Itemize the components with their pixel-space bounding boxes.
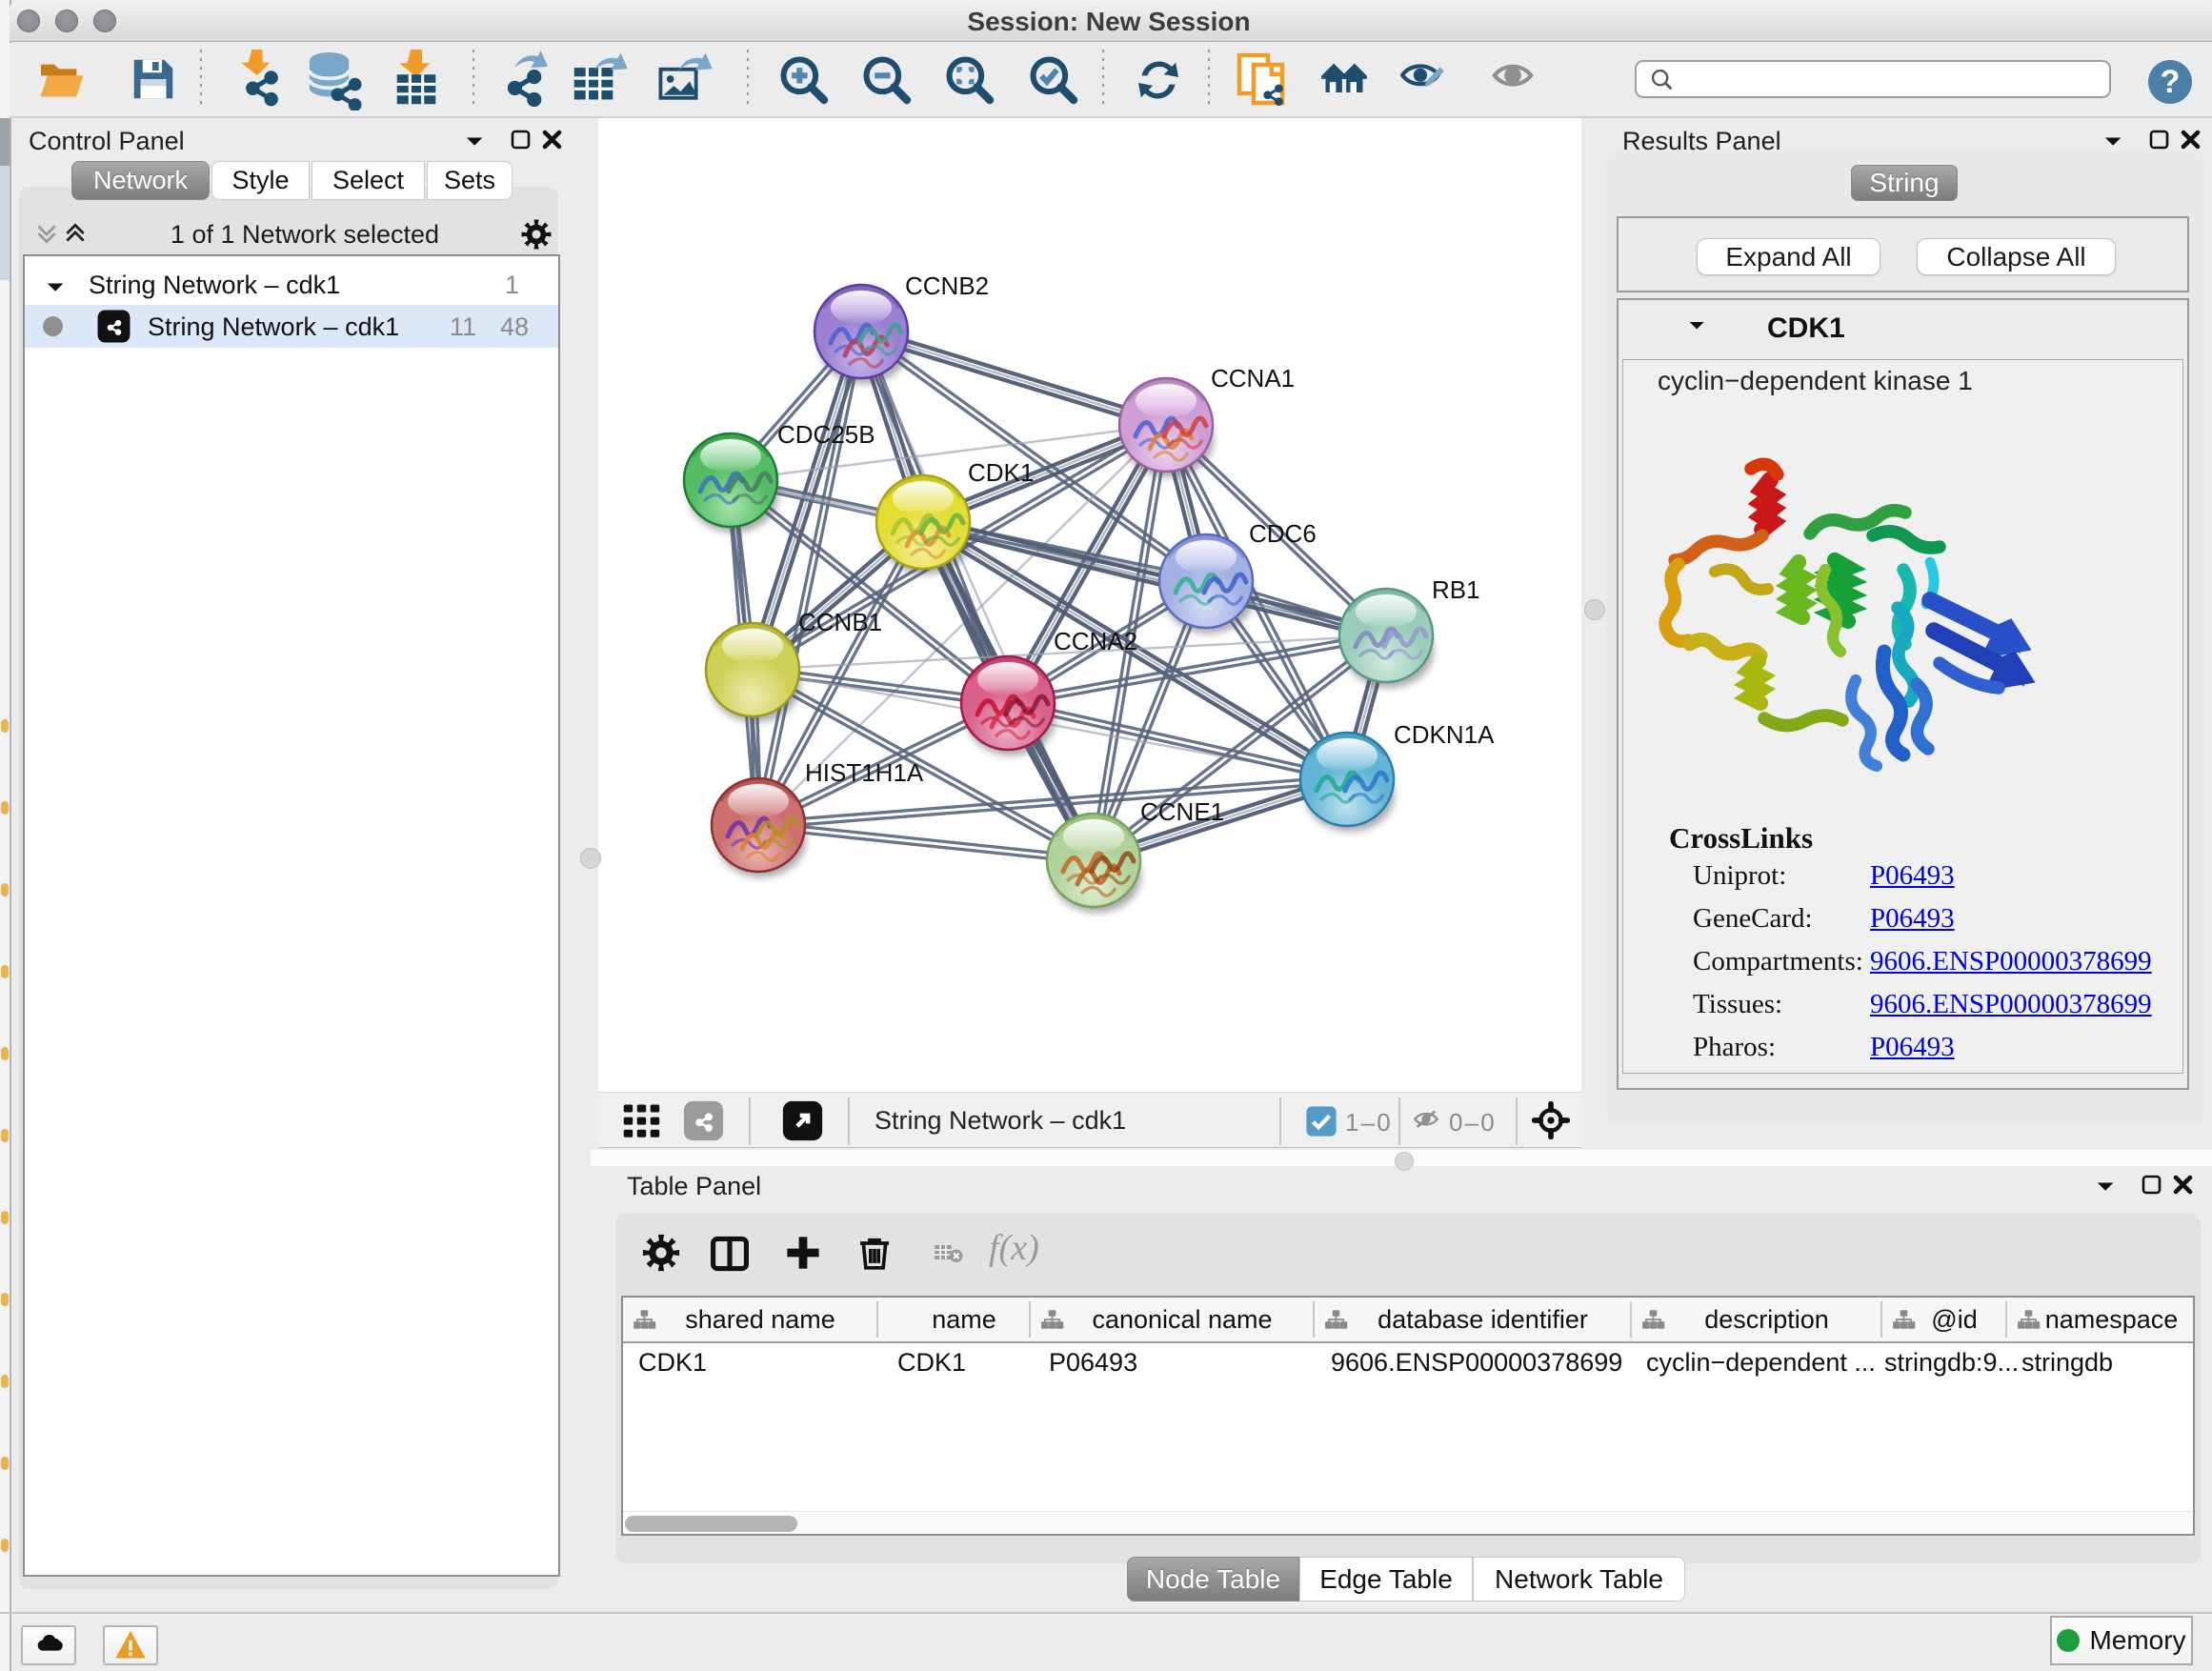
svg-text:CCNB1: CCNB1 [798, 608, 882, 636]
svg-text:CCNA2: CCNA2 [1054, 627, 1137, 655]
svg-text:CCNA1: CCNA1 [1211, 364, 1295, 393]
svg-text:RB1: RB1 [1432, 575, 1480, 604]
svg-text:CDC25B: CDC25B [777, 420, 875, 449]
svg-text:CCNB2: CCNB2 [905, 272, 989, 300]
svg-text:HIST1H1A: HIST1H1A [805, 758, 924, 787]
svg-text:CCNE1: CCNE1 [1140, 797, 1224, 826]
svg-text:CDKN1A: CDKN1A [1394, 720, 1495, 749]
svg-text:CDK1: CDK1 [968, 458, 1034, 487]
svg-text:CDC6: CDC6 [1249, 519, 1317, 548]
